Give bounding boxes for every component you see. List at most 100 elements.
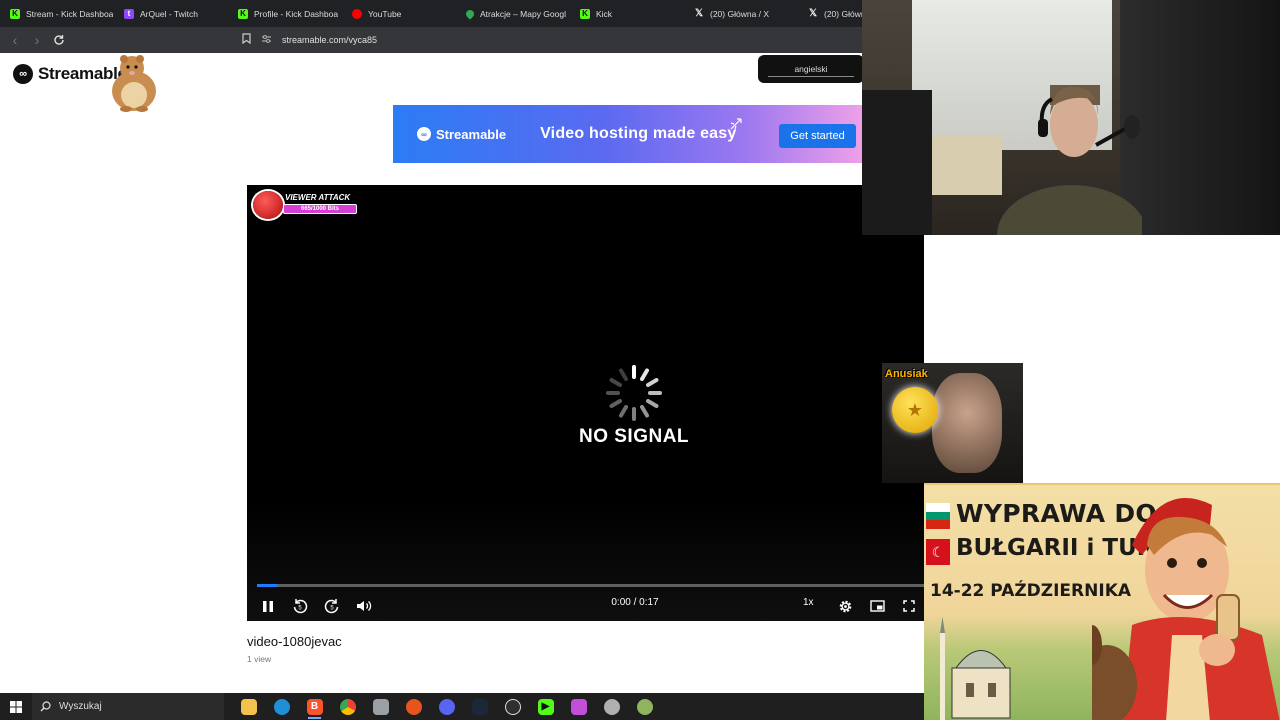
controls-gradient: [247, 501, 924, 621]
video-title: video-1080jevac: [247, 634, 342, 649]
app-button-3[interactable]: [562, 693, 595, 720]
banner-tagline: Video hosting made easy: [540, 125, 737, 142]
tab-youtube[interactable]: YouTube: [342, 0, 456, 27]
bulgaria-flag-icon: [926, 503, 950, 529]
file-explorer-button[interactable]: [232, 693, 265, 720]
app-button-4[interactable]: [595, 693, 628, 720]
discord-button[interactable]: [430, 693, 463, 720]
seek-bar-progress: [257, 584, 277, 587]
kick-icon: K: [238, 8, 248, 19]
rewind-button[interactable]: 5: [289, 595, 311, 617]
tab-kick-dashboard[interactable]: K Stream - Kick Dashboa: [0, 0, 114, 27]
promo-banner[interactable]: ∞ Streamable Video hosting made easy Get…: [393, 105, 863, 163]
heart-icon: [253, 191, 283, 219]
edge-button[interactable]: [265, 693, 298, 720]
pause-icon: [263, 600, 273, 612]
pause-button[interactable]: [257, 595, 279, 617]
reload-button[interactable]: [49, 30, 69, 50]
fullscreen-icon: [903, 600, 915, 612]
search-icon: [40, 701, 51, 712]
app-button-5[interactable]: [628, 693, 661, 720]
maps-icon: [464, 7, 476, 20]
pinned-apps: B ▶: [232, 693, 661, 720]
coin-icon: ★: [892, 387, 938, 433]
tab-title: Stream - Kick Dashboa: [26, 8, 114, 19]
bits-progress-bar: 665/1000 Bits: [283, 204, 357, 214]
guest-name: Anusiak: [885, 368, 928, 380]
tab-title: Profile - Kick Dashboa: [254, 8, 339, 19]
tab-title: ArQuel - Twitch: [140, 8, 198, 19]
settings-button[interactable]: [834, 595, 856, 617]
gear-icon: [839, 600, 851, 612]
app-icon: [570, 698, 587, 715]
media-button[interactable]: ▶: [529, 693, 562, 720]
search-placeholder: Wyszukaj: [59, 701, 102, 712]
playback-speed-button[interactable]: 1x: [803, 597, 814, 608]
start-button[interactable]: [0, 693, 32, 720]
brave-icon: B: [306, 698, 323, 715]
language-label: angielski: [794, 64, 828, 74]
streamer-webcam: [862, 0, 1280, 235]
chrome-icon: [339, 698, 356, 715]
viewer-attack-widget: VIEWER ATTACK 665/1000 Bits: [253, 191, 359, 219]
twitch-icon: t: [124, 8, 134, 19]
bits-progress-label: 665/1000 Bits: [300, 206, 340, 212]
kick-icon: K: [580, 8, 590, 19]
sparkle-icon: [730, 118, 742, 130]
picture-in-picture-button[interactable]: [866, 595, 888, 617]
get-started-button[interactable]: Get started: [779, 124, 856, 148]
x-icon: 𝕏: [694, 8, 704, 19]
tab-x-home[interactable]: 𝕏 (20) Główna / X: [684, 0, 798, 27]
tab-kick[interactable]: K Kick: [570, 0, 684, 27]
tab-title: (20) Główna / X: [710, 8, 770, 19]
app-icon: [603, 698, 620, 715]
fullscreen-button[interactable]: [898, 595, 920, 617]
volume-icon: [357, 601, 372, 611]
hamster-sticker: [112, 55, 156, 112]
guest-figure: [932, 373, 1002, 473]
address-bar[interactable]: streamable.com/vyca85: [242, 30, 882, 50]
chrome-button[interactable]: [331, 693, 364, 720]
tab-title: Kick: [596, 8, 613, 19]
taskbar-search[interactable]: Wyszukaj: [32, 693, 224, 720]
banner-logo: ∞ Streamable: [417, 127, 506, 142]
windows-taskbar: Wyszukaj B ▶: [0, 693, 924, 720]
forward-button[interactable]: ›: [27, 30, 47, 50]
app-button-2[interactable]: [397, 693, 430, 720]
pip-icon: [869, 600, 885, 612]
windows-icon: [10, 700, 22, 713]
streamable-logo-icon: ∞: [13, 64, 33, 84]
tab-kick-profile[interactable]: K Profile - Kick Dashboa: [228, 0, 342, 27]
tab-title: (20) Główn: [824, 8, 866, 19]
steam-icon: [471, 698, 488, 715]
brave-button[interactable]: B: [298, 693, 331, 720]
app-icon: [405, 698, 422, 715]
tab-twitch[interactable]: t ArQuel - Twitch: [114, 0, 228, 27]
rewind-icon: 5: [293, 599, 308, 614]
streamer-figure: [997, 85, 1142, 235]
app-button-1[interactable]: [364, 693, 397, 720]
fast-forward-icon: 5: [324, 599, 339, 614]
steam-button[interactable]: [463, 693, 496, 720]
media-icon: ▶: [537, 698, 554, 715]
turkey-flag-icon: ☾: [926, 539, 950, 565]
url-text: streamable.com/vyca85: [282, 35, 378, 45]
seek-bar[interactable]: [257, 584, 924, 587]
back-button[interactable]: ‹: [5, 30, 25, 50]
video-player[interactable]: VIEWER ATTACK 665/1000 Bits NO SIGNAL 5 …: [247, 185, 924, 621]
forward-button[interactable]: 5: [321, 595, 343, 617]
tab-title: YouTube: [368, 8, 402, 19]
view-count: 1 view: [247, 654, 272, 664]
tab-google-maps[interactable]: Atrakcje – Mapy Googl: [456, 0, 570, 27]
bookmark-icon[interactable]: [242, 33, 251, 47]
svg-text:5: 5: [298, 606, 302, 612]
kick-icon: K: [10, 8, 20, 19]
site-info-icon[interactable]: [261, 34, 272, 47]
obs-button[interactable]: [496, 693, 529, 720]
volume-button[interactable]: [353, 595, 375, 617]
guest-webcam: Anusiak ★: [882, 363, 1023, 483]
playback-time: 0:00 / 0:17: [611, 597, 659, 608]
banner-brand: Streamable: [436, 126, 507, 142]
app-icon: [372, 698, 389, 715]
language-selector[interactable]: angielski: [758, 55, 864, 83]
